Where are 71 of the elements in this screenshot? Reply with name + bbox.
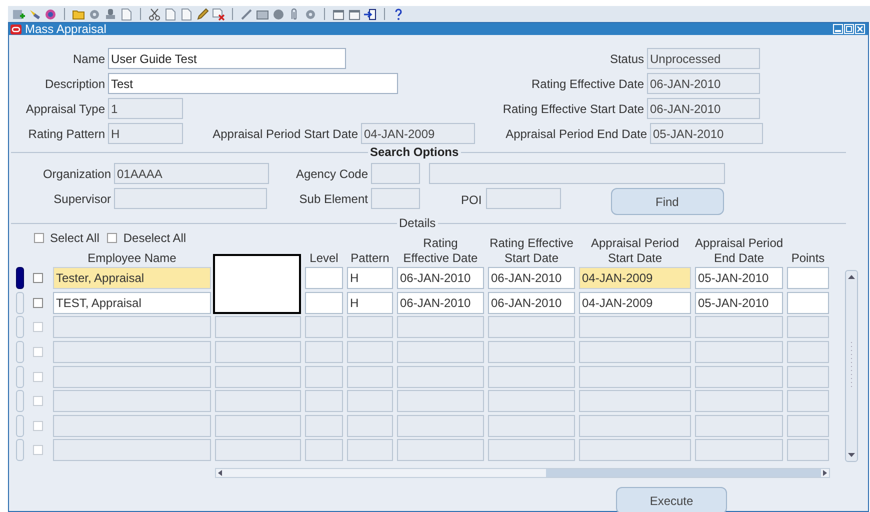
checkbox[interactable]	[34, 233, 44, 243]
record-indicator[interactable]	[16, 267, 24, 289]
field-label: Rating Pattern	[27, 126, 106, 142]
section-title: Details	[398, 215, 437, 232]
field-label: Appraisal Period Start Date	[212, 126, 359, 142]
table-cell[interactable]: 06-JAN-2010	[488, 267, 575, 289]
field-label: Supervisor	[52, 190, 112, 208]
column-header: Rating Effective Date	[402, 236, 479, 266]
page-x-icon[interactable]	[212, 8, 225, 20]
checkbox[interactable]	[32, 273, 42, 283]
section-title: Search Options	[369, 144, 460, 161]
table-cell[interactable]: H	[347, 267, 393, 289]
table-cell[interactable]: 04-JAN-2009	[579, 292, 691, 314]
maximize-icon[interactable]	[844, 24, 854, 34]
vertical-scrollbar[interactable]	[845, 270, 858, 462]
column-header: Level	[308, 251, 340, 266]
column-header: Points	[790, 251, 826, 266]
field-label: Organization	[42, 166, 112, 182]
document-plus-icon[interactable]	[12, 8, 25, 20]
field-label: Appraisal Period End Date	[504, 126, 648, 142]
table-cell[interactable]: TEST, Appraisal	[53, 292, 211, 314]
field-label: Agency Code	[294, 166, 369, 182]
column-header: Rating Effective Start Date	[488, 236, 574, 266]
table-cell[interactable]: 06-JAN-2010	[397, 292, 484, 314]
horizontal-scrollbar[interactable]	[215, 468, 830, 478]
table-cell[interactable]	[787, 292, 829, 314]
right-arrow-icon[interactable]	[823, 470, 827, 476]
card-icon[interactable]	[256, 8, 269, 20]
field-label: Appraisal Type	[24, 100, 106, 118]
input-field[interactable]: Test	[108, 73, 398, 94]
table-cell[interactable]: Tester, Appraisal	[53, 267, 211, 289]
column-header: Appraisal Period Start Date	[590, 236, 680, 266]
field-label: POI	[461, 192, 483, 209]
input-field[interactable]: User Guide Test	[108, 48, 346, 69]
oracle-logo-icon	[10, 24, 22, 34]
scissors-icon[interactable]	[148, 8, 161, 20]
table-cell[interactable]: 04-JAN-2009	[579, 267, 691, 289]
table-cell[interactable]: 05-JAN-2010	[695, 292, 783, 314]
table-cell[interactable]	[305, 292, 343, 314]
ball-icon[interactable]	[272, 8, 285, 20]
checkbox-label: Select All	[50, 230, 100, 247]
arrow-in-icon[interactable]	[364, 8, 377, 20]
field-label: Sub Element	[298, 190, 369, 208]
field-label: Rating Effective Start Date	[502, 100, 645, 118]
table-cell[interactable]	[305, 267, 343, 289]
find-button[interactable]: Find	[610, 188, 724, 215]
column-header: Appraisal Period End Date	[695, 236, 783, 266]
field-label: Name	[72, 50, 106, 68]
close-icon[interactable]	[855, 24, 865, 34]
checkbox[interactable]	[107, 233, 118, 243]
table-cell[interactable]: 06-JAN-2010	[488, 292, 575, 314]
field-label: Rating Effective Date	[530, 76, 645, 92]
column-header: Employee Name	[86, 251, 178, 266]
window-title: Mass Appraisal	[25, 23, 106, 35]
checkbox[interactable]	[32, 298, 42, 308]
calendar-icon[interactable]	[348, 8, 361, 20]
column-header: Pattern	[350, 251, 390, 266]
stamp-icon[interactable]	[104, 8, 117, 20]
table-cell[interactable]: 05-JAN-2010	[695, 267, 783, 289]
left-arrow-icon[interactable]	[218, 470, 222, 476]
table-cell[interactable]: 06-JAN-2010	[397, 267, 484, 289]
up-arrow-icon[interactable]	[848, 275, 855, 279]
field-label: Status	[608, 50, 645, 68]
field-label: Description	[44, 76, 106, 92]
checkbox-label: Deselect All	[123, 230, 186, 247]
down-arrow-icon[interactable]	[848, 453, 855, 457]
minimize-icon[interactable]	[833, 24, 843, 34]
table-cell[interactable]	[787, 267, 829, 289]
execute-button[interactable]: Execute	[616, 487, 727, 512]
table-cell[interactable]: H	[347, 292, 393, 314]
calendar-icon[interactable]	[332, 8, 345, 20]
